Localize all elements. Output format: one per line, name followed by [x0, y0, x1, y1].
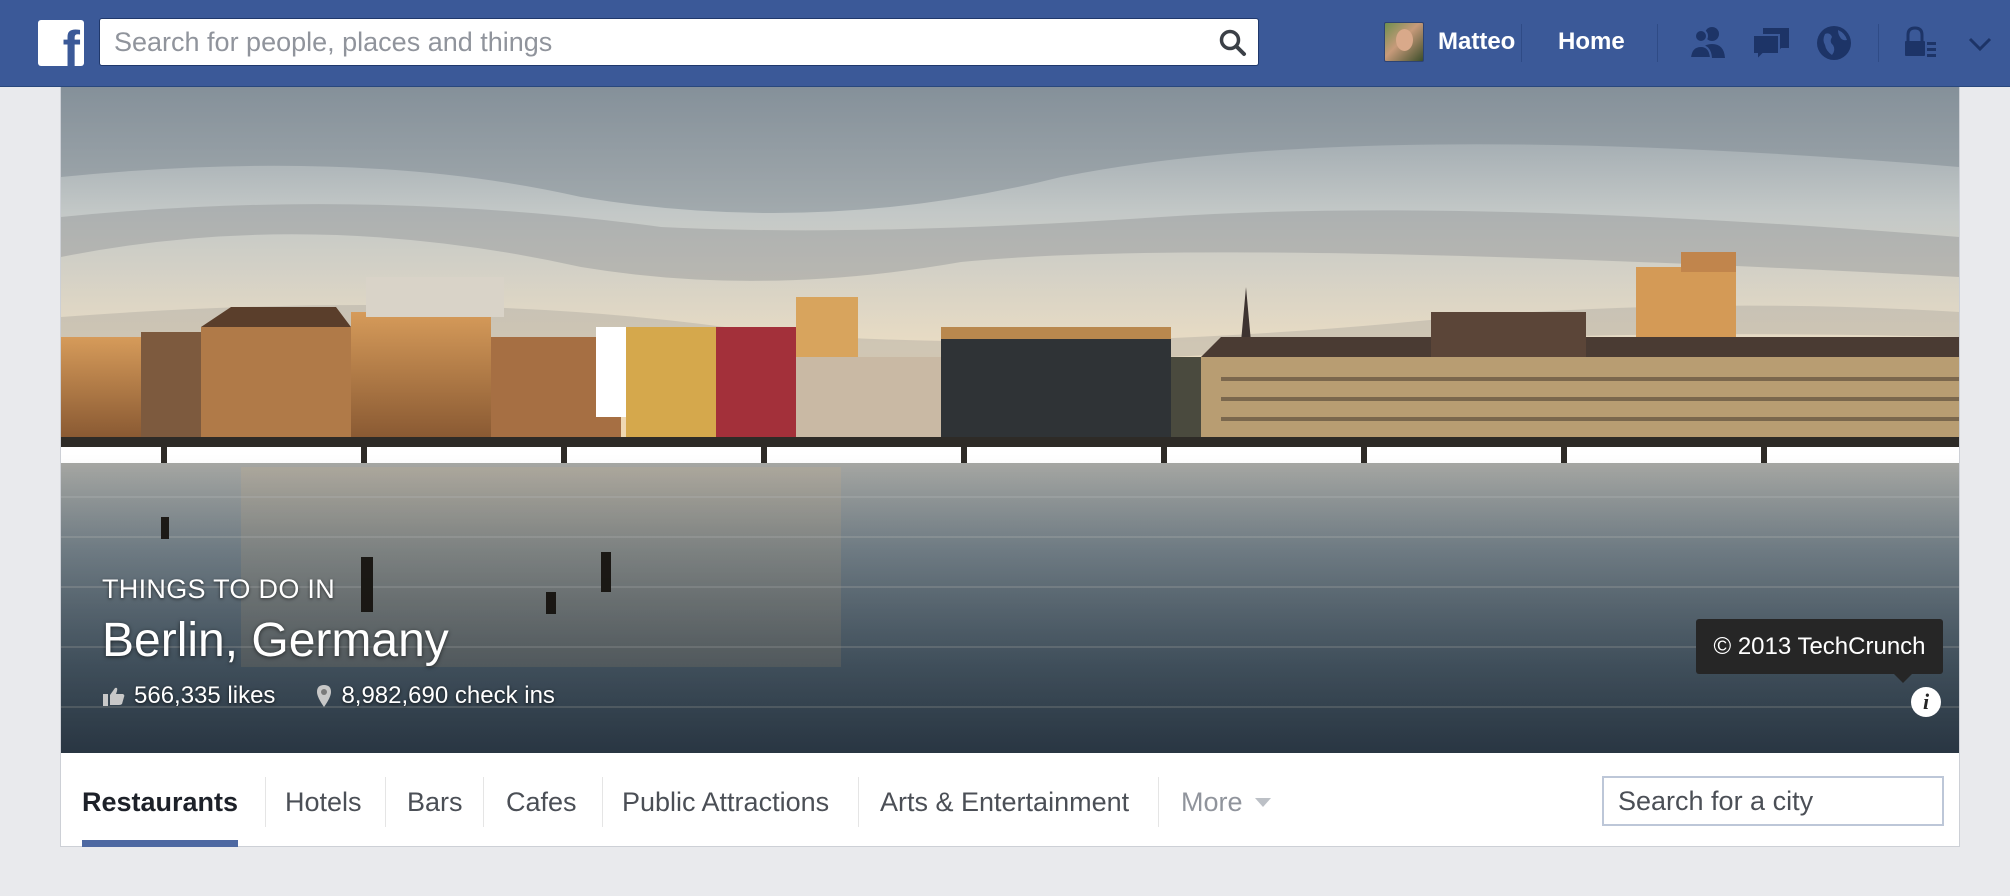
page-title[interactable]: Berlin, Germany: [102, 613, 449, 668]
info-icon[interactable]: i: [1911, 687, 1941, 717]
place-stats: 566,335 likes 8,982,690 check ins: [102, 682, 595, 710]
likes-stat: 566,335 likes: [102, 682, 275, 710]
checkins-stat: 8,982,690 check ins: [315, 682, 555, 710]
notifications-globe-icon[interactable]: [1812, 22, 1856, 64]
search-input[interactable]: [100, 19, 1180, 65]
tab-hotels[interactable]: Hotels: [285, 757, 362, 847]
tab-cafes[interactable]: Cafes: [506, 757, 577, 847]
chevron-down-icon: [1254, 797, 1271, 807]
cover-title-block: THINGS TO DO IN Berlin, Germany: [102, 574, 449, 668]
tab-arts-entertainment[interactable]: Arts & Entertainment: [880, 757, 1129, 847]
tab-divider: [385, 777, 386, 827]
place-header-card: THINGS TO DO IN Berlin, Germany 566,335 …: [60, 87, 1960, 847]
tab-divider: [602, 777, 603, 827]
facebook-logo-glyph: f: [62, 21, 80, 66]
likes-count: 566,335 likes: [134, 682, 276, 709]
category-tabs: Restaurants Hotels Bars Cafes Public Att…: [61, 757, 1959, 847]
tab-divider: [858, 777, 859, 827]
messages-icon[interactable]: [1749, 22, 1793, 64]
avatar[interactable]: [1384, 22, 1424, 62]
nav-divider: [1657, 24, 1658, 62]
tab-bars[interactable]: Bars: [407, 757, 463, 847]
thumbs-up-icon: [103, 687, 125, 706]
location-pin-icon: [317, 685, 332, 707]
tab-divider: [1158, 777, 1159, 827]
top-navigation-bar: f Matteo Home: [0, 0, 2010, 87]
search-icon[interactable]: [1218, 28, 1248, 58]
tab-more[interactable]: More: [1181, 757, 1271, 847]
photo-credit-tooltip: © 2013 TechCrunch: [1696, 619, 1943, 683]
nav-divider: [1521, 24, 1522, 62]
tab-public-attractions[interactable]: Public Attractions: [622, 757, 829, 847]
settings-caret-icon[interactable]: [1967, 22, 1993, 64]
privacy-lock-icon[interactable]: [1903, 22, 1937, 64]
city-search-field: [1602, 776, 1944, 826]
home-link[interactable]: Home: [1558, 28, 1625, 56]
cover-eyebrow: THINGS TO DO IN: [102, 574, 336, 604]
tab-more-label: More: [1181, 786, 1243, 817]
checkins-count: 8,982,690 check ins: [341, 682, 555, 709]
profile-name-link[interactable]: Matteo: [1438, 28, 1515, 56]
nav-divider: [1878, 24, 1879, 62]
cover-photo: THINGS TO DO IN Berlin, Germany 566,335 …: [61, 87, 1959, 753]
tab-restaurants[interactable]: Restaurants: [82, 757, 239, 847]
tab-divider: [265, 777, 266, 827]
search-bar: [99, 18, 1259, 66]
friend-requests-icon[interactable]: [1686, 22, 1730, 64]
tab-divider: [483, 777, 484, 827]
facebook-logo[interactable]: f: [38, 20, 84, 66]
city-search-input[interactable]: [1604, 778, 1942, 824]
